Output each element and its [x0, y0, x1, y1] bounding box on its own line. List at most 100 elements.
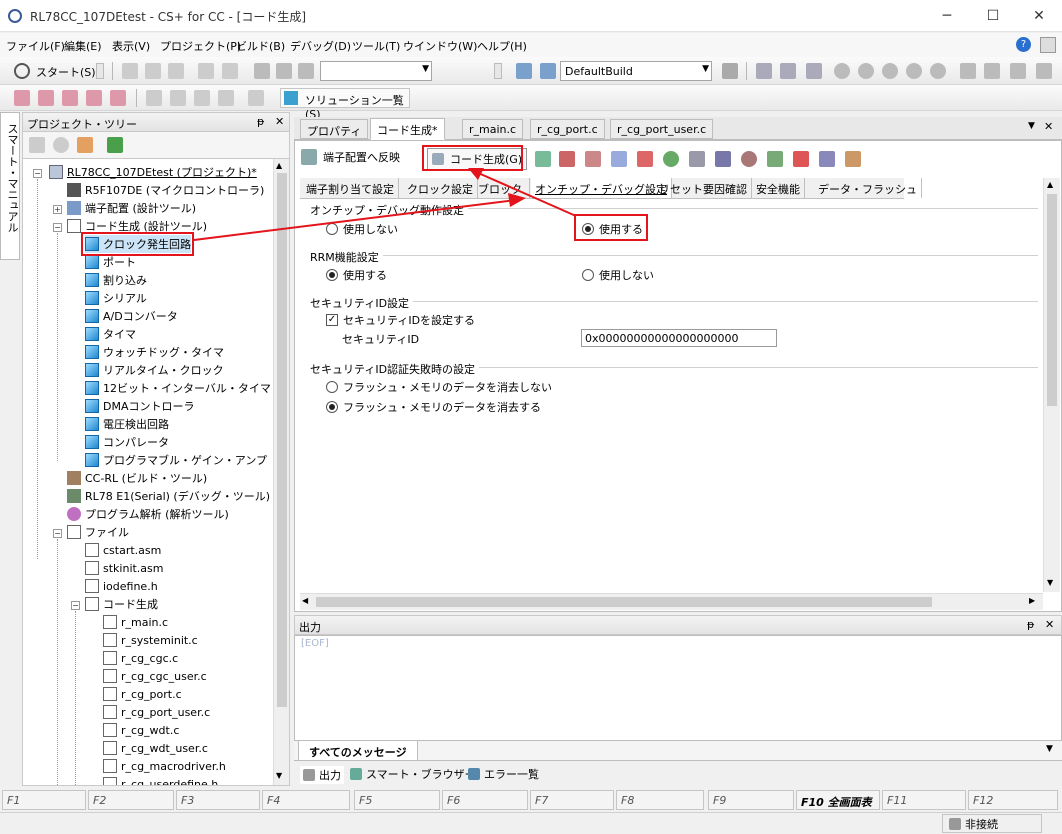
tree-item-file[interactable]: r_cg_port_user.c — [103, 703, 210, 721]
menu-edit[interactable]: 編集(E) — [64, 38, 102, 54]
start-button[interactable]: スタート(S) — [36, 64, 96, 80]
scroll-down-icon[interactable]: ▼ — [1047, 578, 1053, 587]
tree-item-interval-timer[interactable]: 12ビット・インターバル・タイマ — [85, 379, 271, 397]
codegen-vscroll[interactable]: ▲ ▼ — [1043, 178, 1060, 592]
step-into-icon[interactable] — [882, 63, 898, 79]
stop-icon[interactable] — [834, 63, 850, 79]
menu-project[interactable]: プロジェクト(P) — [160, 38, 241, 54]
menu-file[interactable]: ファイル(F) — [6, 38, 65, 54]
secid-input[interactable]: 0x00000000000000000000 — [581, 329, 777, 347]
find-icon[interactable] — [254, 63, 270, 79]
ocd-unused-radio[interactable]: 使用しない — [326, 221, 398, 237]
close-button[interactable]: ✕ — [1016, 0, 1062, 32]
tab-error-list[interactable]: エラー一覧 — [468, 766, 539, 782]
secfail-keep-radio[interactable]: フラッシュ・メモリのデータを消去しない — [326, 379, 552, 395]
tool-9-icon[interactable] — [218, 90, 234, 106]
subtab-pin-assign[interactable]: 端子割り当て設定 — [302, 178, 399, 198]
replace-icon[interactable] — [298, 63, 314, 79]
start-dropdown[interactable] — [96, 63, 104, 79]
tab-list-icon[interactable]: ▼ — [1028, 121, 1035, 131]
tree-item-file[interactable]: r_cg_cgc.c — [103, 649, 178, 667]
toolbar-overflow[interactable] — [494, 63, 502, 79]
scroll-thumb[interactable] — [1047, 194, 1057, 406]
pin-icon[interactable]: ᵽ — [257, 115, 264, 128]
tool-2-icon[interactable] — [38, 90, 54, 106]
fkey-f9[interactable]: F9 — [708, 790, 794, 810]
tab-codegen[interactable]: コード生成* — [370, 118, 445, 140]
expander[interactable]: − — [33, 169, 42, 178]
tree-item-file[interactable]: r_cg_cgc_user.c — [103, 667, 207, 685]
subtab-safety[interactable]: 安全機能 — [752, 178, 805, 198]
fkey-f12[interactable]: F12 — [968, 790, 1058, 810]
undo-icon[interactable] — [198, 63, 214, 79]
tool-m-icon[interactable] — [845, 151, 861, 167]
scroll-up-icon[interactable]: ▲ — [1047, 180, 1053, 189]
help-icon[interactable]: ? — [1016, 37, 1031, 52]
refresh-icon[interactable] — [107, 137, 123, 153]
tool-i-icon[interactable] — [741, 151, 757, 167]
solution-list-button[interactable]: ソリューション一覧(S) — [280, 88, 410, 121]
tree-item-file[interactable]: r_cg_userdefine.h — [103, 775, 218, 785]
fkey-f1[interactable]: F1 — [2, 790, 86, 810]
rrm-used-radio[interactable]: 使用する — [326, 267, 387, 283]
cut-icon[interactable] — [122, 63, 138, 79]
tree-item-file[interactable]: r_main.c — [103, 613, 168, 631]
menu-window[interactable]: ウインドウ(W) — [403, 38, 477, 54]
fkey-f7[interactable]: F7 — [530, 790, 614, 810]
expander[interactable]: − — [71, 601, 80, 610]
paste-icon[interactable] — [168, 63, 184, 79]
minimize-button[interactable]: ─ — [924, 0, 970, 32]
tree-item-analysis-tool[interactable]: プログラム解析 (解析ツール) — [67, 505, 229, 523]
rrm-unused-radio[interactable]: 使用しない — [582, 267, 654, 283]
menu-tools[interactable]: ツール(T) — [352, 38, 400, 54]
tool-h-icon[interactable] — [715, 151, 731, 167]
run-icon[interactable] — [858, 63, 874, 79]
tool-10-icon[interactable] — [248, 90, 264, 106]
maximize-button[interactable]: ☐ — [970, 0, 1016, 32]
expander[interactable]: − — [53, 529, 62, 538]
tree-item-stkinit[interactable]: stkinit.asm — [85, 559, 164, 577]
scroll-down-icon[interactable]: ▼ — [276, 771, 282, 780]
tree-item-pga[interactable]: プログラマブル・ゲイン・アンプ — [85, 451, 267, 469]
fkey-f5[interactable]: F5 — [354, 790, 440, 810]
build-icon[interactable] — [516, 63, 532, 79]
tool-4-icon[interactable] — [86, 90, 102, 106]
connect-icon[interactable] — [780, 63, 796, 79]
reflect-pin-button[interactable]: 端子配置へ反映 — [301, 149, 400, 165]
tree-item-codegen-folder[interactable]: コード生成 — [85, 595, 158, 613]
user-icon[interactable] — [77, 137, 93, 153]
settings-icon[interactable] — [1036, 63, 1052, 79]
tree-item-build-tool[interactable]: CC-RL (ビルド・ツール) — [67, 469, 207, 487]
subtab-ocd[interactable]: オンチップ・デバッグ設定 — [531, 178, 672, 198]
scroll-right-icon[interactable]: ▶ — [1029, 596, 1035, 605]
step-over-icon[interactable] — [906, 63, 922, 79]
tab-all-messages[interactable]: すべてのメッセージ — [298, 741, 418, 761]
tool-6-icon[interactable] — [146, 90, 162, 106]
tree-item-mcu[interactable]: R5F107DE (マイクロコントローラ) — [67, 181, 264, 199]
subtab-clock[interactable]: クロック設定 — [403, 178, 478, 198]
tree-item-pin-config[interactable]: 端子配置 (設計ツール) — [67, 199, 196, 217]
tool-k-icon[interactable] — [793, 151, 809, 167]
codegen-hscroll[interactable]: ◀ ▶ — [300, 593, 1043, 610]
tool-8-icon[interactable] — [194, 90, 210, 106]
search-combo[interactable]: ▼ — [320, 61, 432, 81]
tab-smart-browser[interactable]: スマート・ブラウザー — [350, 766, 476, 782]
tree-item-rtc[interactable]: リアルタイム・クロック — [85, 361, 224, 379]
copy-icon[interactable] — [145, 63, 161, 79]
tab-r-cg-port[interactable]: r_cg_port.c — [530, 119, 605, 139]
fkey-f8[interactable]: F8 — [616, 790, 704, 810]
tool-b-icon[interactable] — [559, 151, 575, 167]
tree-scrollbar[interactable]: ▲ ▼ — [273, 159, 289, 785]
tool-a-icon[interactable] — [535, 151, 551, 167]
menu-view[interactable]: 表示(V) — [112, 38, 150, 54]
fkey-f2[interactable]: F2 — [88, 790, 174, 810]
secfail-erase-radio[interactable]: フラッシュ・メモリのデータを消去する — [326, 399, 541, 415]
tool-1-icon[interactable] — [14, 90, 30, 106]
scroll-left-icon[interactable]: ◀ — [302, 596, 308, 605]
tree-item-file[interactable]: r_cg_macrodriver.h — [103, 757, 226, 775]
tool-l-icon[interactable] — [819, 151, 835, 167]
tool-5-icon[interactable] — [110, 90, 126, 106]
tree-item-interrupt[interactable]: 割り込み — [85, 271, 147, 289]
tool-3-icon[interactable] — [62, 90, 78, 106]
tab-r-cg-port-user[interactable]: r_cg_port_user.c — [610, 119, 714, 139]
